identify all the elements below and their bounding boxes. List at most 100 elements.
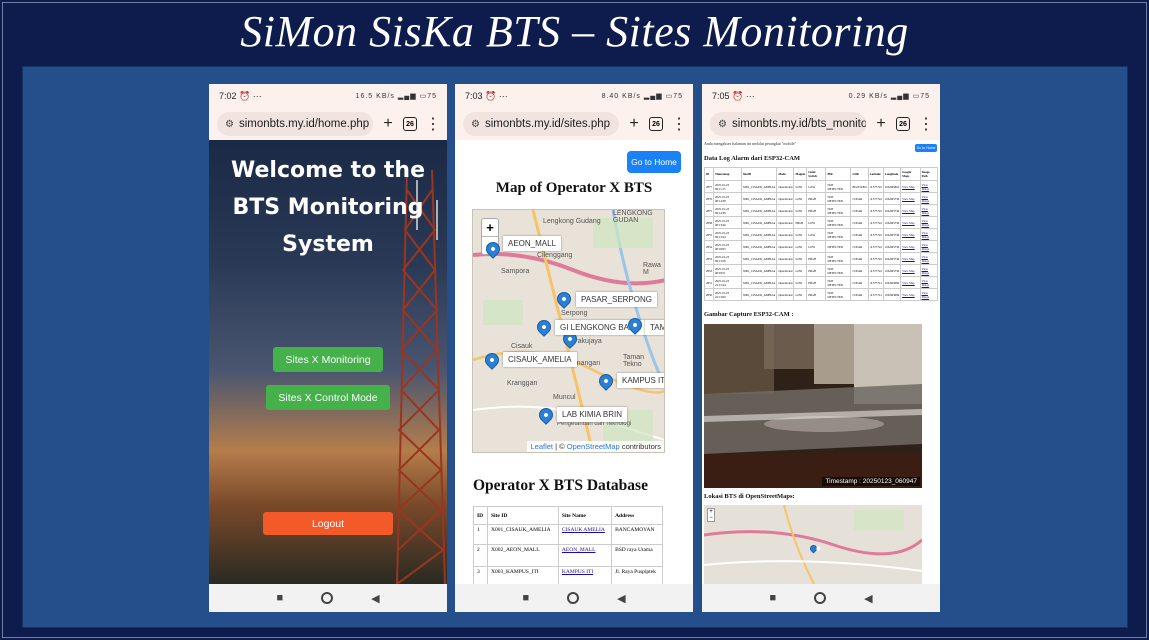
- home-nav-icon[interactable]: [814, 592, 827, 604]
- site-name-link[interactable]: KAMPUS ITI: [562, 569, 593, 575]
- map-place-label: Cilenggang: [537, 252, 573, 259]
- bts-location-map[interactable]: + −: [704, 505, 922, 584]
- site-settings-icon[interactable]: ⚙: [225, 119, 234, 130]
- map-place-label: Serpong: [561, 310, 588, 317]
- log-cell: 2025-01-23 06:14:38: [713, 204, 742, 217]
- site-name-link[interactable]: AEON_MALL: [562, 547, 596, 553]
- logout-button[interactable]: Logout: [263, 512, 393, 535]
- view-image-link[interactable]: View Image: [919, 180, 939, 193]
- clock-icon: ⏰ ···: [239, 90, 262, 101]
- log-cell: 106.663669: [882, 276, 902, 289]
- map-place-label: Muncul: [553, 394, 576, 401]
- recents-icon[interactable]: ■: [522, 592, 529, 604]
- log-cell: -6.377722: [867, 180, 884, 193]
- view-image-link[interactable]: View Image: [919, 240, 939, 253]
- view-map-link[interactable]: View Map: [900, 228, 921, 241]
- tab-switcher-button[interactable]: 26: [896, 117, 910, 131]
- map-place-label: Lengkong Gudang: [543, 218, 601, 225]
- map-title: Map of Operator X BTS: [495, 180, 653, 196]
- home-nav-icon[interactable]: [567, 592, 580, 604]
- view-map-link[interactable]: View Map: [900, 288, 921, 301]
- openstreetmap-link[interactable]: OpenStreetMap: [567, 442, 620, 451]
- site-name-link[interactable]: CISAUK AMELIA: [562, 527, 605, 533]
- address-bar[interactable]: ⚙ simonbts.my.id/bts_monito: [710, 112, 866, 136]
- table-row: 2853 2025-01-23 06:13:58 X001_CISAUK_AMELI…: [704, 252, 939, 265]
- capture-title: Gambar Capture ESP32-CAM :: [704, 311, 794, 318]
- map-place-label: Rawa M: [643, 262, 661, 276]
- zoom-out-button[interactable]: −: [708, 515, 714, 521]
- home-nav-icon[interactable]: [321, 592, 334, 604]
- sites-control-mode-button[interactable]: Sites X Control Mode: [266, 385, 390, 410]
- log-cell: LOW: [793, 264, 808, 277]
- leaflet-link[interactable]: Leaflet: [530, 442, 553, 451]
- tab-switcher-button[interactable]: 26: [403, 117, 417, 131]
- recents-icon[interactable]: ■: [276, 592, 283, 604]
- log-cell: -6.377722: [867, 252, 884, 265]
- sites-monitoring-button[interactable]: Sites X Monitoring: [273, 347, 383, 372]
- view-map-link[interactable]: View Map: [900, 216, 921, 229]
- view-map-link[interactable]: View Map: [900, 252, 921, 265]
- log-col-header: Limit Switch: [806, 167, 827, 181]
- view-image-link[interactable]: View Image: [919, 252, 939, 265]
- more-menu-icon[interactable]: ⋮: [918, 114, 934, 134]
- new-tab-icon[interactable]: +: [874, 115, 888, 133]
- view-image-link[interactable]: View Image: [919, 264, 939, 277]
- view-image-link[interactable]: View Image: [919, 216, 939, 229]
- more-menu-icon[interactable]: ⋮: [671, 114, 687, 134]
- address-bar[interactable]: ⚙ simonbts.my.id/sites.php: [463, 112, 619, 136]
- marker-label: PASAR_SERPONG: [576, 292, 657, 307]
- go-to-home-button[interactable]: Go to Home: [627, 151, 681, 173]
- sites-map[interactable]: Lengkong Gudang LENGKONG GUDAN Cilenggan…: [472, 209, 665, 453]
- log-cell: Operational: [776, 180, 795, 193]
- table-header-row: ID Site ID Site Name Address: [473, 506, 663, 525]
- zoom-in-button[interactable]: +: [482, 219, 498, 236]
- site-settings-icon[interactable]: ⚙: [718, 119, 727, 130]
- view-image-link[interactable]: View Image: [919, 276, 939, 289]
- log-cell: 106.663736: [882, 252, 902, 265]
- marker-label: CISAUK_AMELIA: [503, 352, 577, 367]
- back-icon[interactable]: ◀: [617, 592, 625, 605]
- back-icon[interactable]: ◀: [371, 592, 379, 605]
- new-tab-icon[interactable]: +: [627, 115, 641, 133]
- site-settings-icon[interactable]: ⚙: [471, 119, 480, 130]
- go-to-home-button[interactable]: Go to Home: [915, 144, 937, 152]
- tab-switcher-button[interactable]: 26: [649, 117, 663, 131]
- log-cell: NOT DETECTED: [825, 180, 852, 193]
- table-row: 2877 2025-01-23 06:11:15 X001_CISAUK_AMELI…: [704, 180, 939, 193]
- view-image-link[interactable]: View Image: [919, 288, 939, 301]
- view-map-link[interactable]: View Map: [900, 264, 921, 277]
- android-nav-bar: ■ ◀: [702, 584, 940, 612]
- esp32-capture-image: Timestamp : 20250123_060947: [704, 324, 922, 488]
- table-row: 2876 2025-01-23 06:14:38 X001_CISAUK_AMELI…: [704, 192, 939, 205]
- log-cell: 2855: [704, 228, 714, 241]
- view-image-link[interactable]: View Image: [919, 192, 939, 205]
- view-map-link[interactable]: View Map: [900, 240, 921, 253]
- log-col-header: Magnet: [793, 167, 808, 181]
- log-cell: NOT DETECTED: [825, 252, 852, 265]
- view-map-link[interactable]: View Map: [900, 276, 921, 289]
- recents-icon[interactable]: ■: [769, 592, 776, 604]
- log-cell: HIGH: [806, 204, 827, 217]
- view-image-link[interactable]: View Image: [919, 204, 939, 217]
- log-cell: -6.377722: [867, 192, 884, 205]
- log-cell: NOT DETECTED: [825, 288, 852, 301]
- address-bar[interactable]: ⚙ simonbts.my.id/home.php: [217, 112, 373, 136]
- new-tab-icon[interactable]: +: [381, 115, 395, 133]
- view-map-link[interactable]: View Map: [900, 204, 921, 217]
- url-text: simonbts.my.id/home.php: [238, 118, 370, 130]
- log-cell: HIGH: [806, 276, 827, 289]
- log-cell: LOW: [793, 180, 808, 193]
- log-cell: Operational: [776, 216, 795, 229]
- log-cell: CLEAR: [850, 228, 869, 241]
- view-image-link[interactable]: View Image: [919, 228, 939, 241]
- log-cell: 2854: [704, 240, 714, 253]
- back-icon[interactable]: ◀: [864, 592, 872, 605]
- view-map-link[interactable]: View Map: [900, 192, 921, 205]
- log-cell: -6.377722: [867, 240, 884, 253]
- log-col-header: Longitude: [882, 167, 902, 181]
- view-map-link[interactable]: View Map: [900, 180, 921, 193]
- table-row: 2855 2025-01-23 06:13:24 X001_CISAUK_AMELI…: [704, 228, 939, 241]
- log-cell: 2876: [704, 192, 714, 205]
- phone-monitoring-screen: 7:05 ⏰ ··· 0.29 KB/s ▂▄▆ ▭75 ⚙ simonbts.m…: [702, 84, 940, 612]
- more-menu-icon[interactable]: ⋮: [425, 114, 441, 134]
